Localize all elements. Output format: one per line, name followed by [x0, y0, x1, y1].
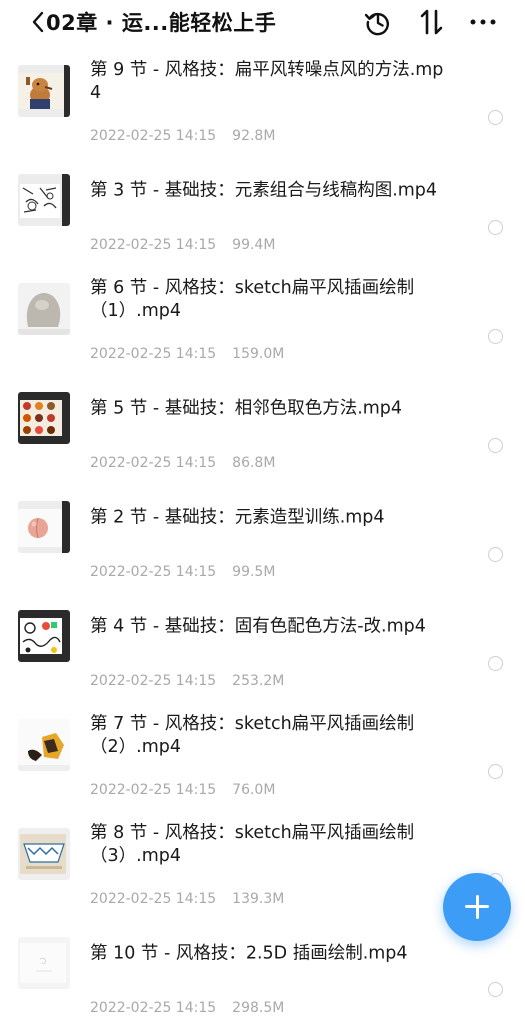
video-thumbnail	[18, 937, 70, 989]
select-radio[interactable]	[488, 982, 503, 997]
file-meta: 2022-02-25 14:15 159.0M	[90, 346, 284, 362]
select-radio[interactable]	[488, 329, 503, 344]
file-row[interactable]: 第 5 节 - 基础技：相邻色取色方法.mp4 2022-02-25 14:15…	[0, 371, 525, 480]
folder-title: 02章 · 运...能轻松上手	[46, 11, 277, 35]
file-date: 2022-02-25 14:15	[90, 455, 217, 471]
video-thumbnail	[18, 719, 70, 771]
plus-icon	[475, 895, 479, 919]
file-size: 253.2M	[232, 673, 285, 689]
file-meta: 2022-02-25 14:15 298.5M	[90, 1000, 284, 1016]
file-name: 第 2 节 - 基础技：元素造型训练.mp4	[90, 507, 385, 528]
file-size: 298.5M	[232, 1000, 285, 1016]
video-thumbnail	[18, 501, 70, 553]
file-date: 2022-02-25 14:15	[90, 346, 217, 362]
file-size: 76.0M	[232, 782, 276, 798]
peach-icon	[18, 501, 70, 553]
file-size: 139.3M	[232, 891, 285, 907]
doodle-pattern-icon	[18, 610, 70, 662]
file-meta: 2022-02-25 14:15 92.8M	[90, 128, 275, 144]
file-row[interactable]: 第 10 节 - 风格技：2.5D 插画绘制.mp4 2022-02-25 14…	[0, 916, 525, 1025]
file-size: 86.8M	[232, 455, 276, 471]
sort-icon	[420, 9, 443, 35]
video-thumbnail	[18, 174, 70, 226]
file-name: 第 4 节 - 基础技：固有色配色方法-改.mp4	[90, 616, 426, 637]
file-name: 第 7 节 - 风格技：sketch扁平风插画绘制（2）.mp4	[90, 714, 415, 757]
select-radio[interactable]	[488, 110, 503, 125]
file-name: 第 5 节 - 基础技：相邻色取色方法.mp4	[90, 398, 403, 419]
select-radio[interactable]	[488, 547, 503, 562]
file-meta: 2022-02-25 14:15 253.2M	[90, 673, 284, 689]
file-meta: 2022-02-25 14:15 76.0M	[90, 782, 275, 798]
line-art-icon	[18, 174, 70, 226]
file-meta: 2022-02-25 14:15 99.5M	[90, 564, 275, 580]
select-radio[interactable]	[488, 220, 503, 235]
video-thumbnail	[18, 392, 70, 444]
video-thumbnail	[18, 828, 70, 880]
select-radio[interactable]	[488, 438, 503, 453]
dog-illustration-icon	[18, 65, 70, 117]
file-name: 第 10 节 - 风格技：2.5D 插画绘制.mp4	[90, 943, 408, 964]
more-button[interactable]	[467, 6, 499, 38]
file-row[interactable]: 第 7 节 - 风格技：sketch扁平风插画绘制（2）.mp4 2022-02…	[0, 698, 525, 807]
video-thumbnail	[18, 283, 70, 335]
file-date: 2022-02-25 14:15	[90, 564, 217, 580]
file-row[interactable]: 第 2 节 - 基础技：元素造型训练.mp4 2022-02-25 14:15 9…	[0, 480, 525, 589]
file-meta: 2022-02-25 14:15 139.3M	[90, 891, 284, 907]
top-bar: 02章 · 运...能轻松上手	[0, 0, 525, 44]
food-pattern-icon	[18, 392, 70, 444]
file-name: 第 6 节 - 风格技：sketch扁平风插画绘制（1）.mp4	[90, 278, 415, 321]
file-meta: 2022-02-25 14:15 99.4M	[90, 237, 275, 253]
file-date: 2022-02-25 14:15	[90, 128, 217, 144]
file-date: 2022-02-25 14:15	[90, 1000, 217, 1016]
file-size: 92.8M	[232, 128, 276, 144]
file-row[interactable]: 第 4 节 - 基础技：固有色配色方法-改.mp4 2022-02-25 14:…	[0, 589, 525, 698]
sort-button[interactable]	[416, 6, 448, 38]
file-date: 2022-02-25 14:15	[90, 782, 217, 798]
history-button[interactable]	[362, 6, 394, 38]
file-size: 99.5M	[232, 564, 276, 580]
file-row[interactable]: 第 6 节 - 风格技：sketch扁平风插画绘制（1）.mp4 2022-02…	[0, 262, 525, 371]
history-icon	[364, 12, 389, 36]
video-thumbnail	[18, 65, 70, 117]
character-illustration-icon	[18, 719, 70, 771]
file-name: 第 9 节 - 风格技：扁平风转噪点风的方法.mp4	[90, 60, 444, 103]
file-row[interactable]: 第 3 节 - 基础技：元素组合与线稿构图.mp4 2022-02-25 14:…	[0, 153, 525, 262]
file-list: 第 9 节 - 风格技：扁平风转噪点风的方法.mp4 2022-02-25 14…	[0, 44, 525, 1025]
more-horizontal-icon	[470, 19, 496, 25]
file-size: 99.4M	[232, 237, 276, 253]
file-row[interactable]: 第 9 节 - 风格技：扁平风转噪点风的方法.mp4 2022-02-25 14…	[0, 44, 525, 153]
file-name: 第 3 节 - 基础技：元素组合与线稿构图.mp4	[90, 180, 438, 201]
file-meta: 2022-02-25 14:15 86.8M	[90, 455, 275, 471]
file-date: 2022-02-25 14:15	[90, 237, 217, 253]
chevron-left-icon	[32, 11, 44, 33]
add-button[interactable]	[443, 873, 511, 941]
file-date: 2022-02-25 14:15	[90, 891, 217, 907]
pattern-bowl-icon	[18, 828, 70, 880]
select-radio[interactable]	[488, 656, 503, 671]
video-thumbnail	[18, 610, 70, 662]
file-size: 159.0M	[232, 346, 285, 362]
back-button[interactable]	[30, 8, 46, 36]
file-name: 第 8 节 - 风格技：sketch扁平风插画绘制（3）.mp4	[90, 823, 415, 866]
select-radio[interactable]	[488, 764, 503, 779]
grey-blob-icon	[18, 283, 70, 335]
blank-sketch-icon	[18, 937, 70, 989]
file-date: 2022-02-25 14:15	[90, 673, 217, 689]
